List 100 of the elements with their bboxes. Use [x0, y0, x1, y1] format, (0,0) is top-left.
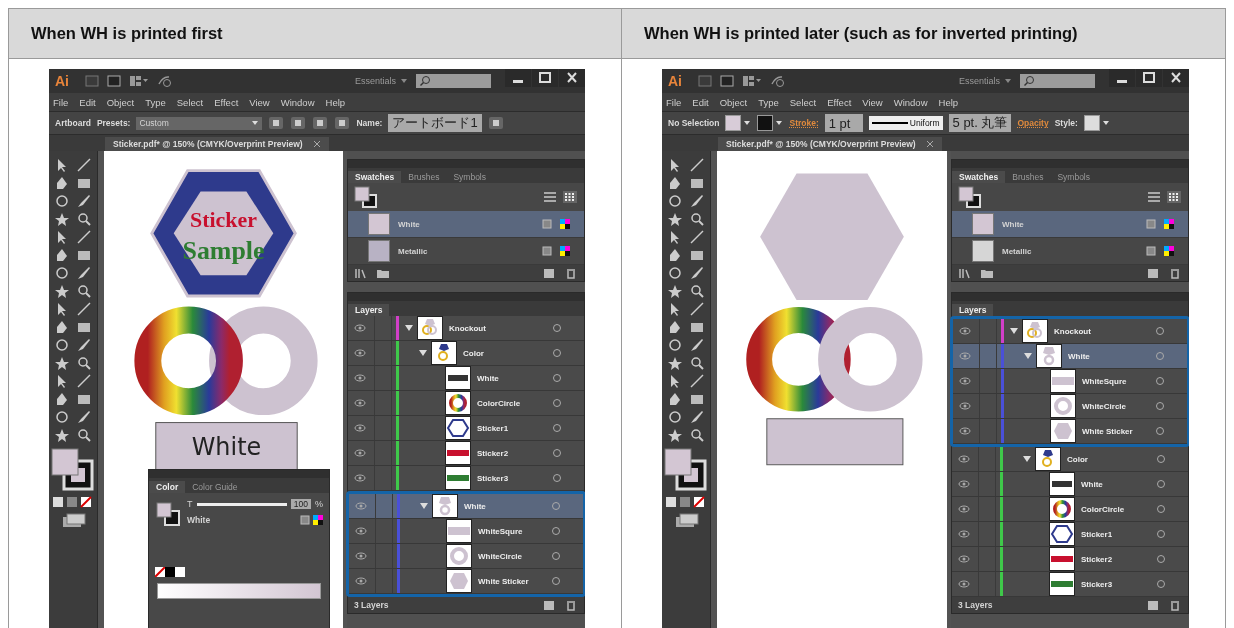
maximize-button[interactable] — [1136, 69, 1162, 87]
target-icon[interactable] — [1156, 579, 1166, 589]
circle-icon[interactable] — [666, 337, 684, 353]
layer-row[interactable]: Sticker2 — [348, 441, 584, 466]
circle-icon[interactable] — [666, 193, 684, 209]
tint-slider[interactable] — [196, 502, 287, 506]
expanded-triangle-icon[interactable] — [1023, 455, 1031, 463]
color-spectrum-bar[interactable] — [157, 583, 321, 599]
layer-row[interactable]: Color — [348, 341, 584, 366]
menu-item[interactable]: View — [249, 96, 270, 108]
color-swatch-dropdown[interactable] — [757, 115, 784, 131]
line-icon[interactable] — [75, 301, 93, 317]
target-icon[interactable] — [1155, 426, 1165, 436]
swatch-presets-icon[interactable] — [155, 567, 185, 577]
brush-icon[interactable] — [75, 409, 93, 425]
layer-row[interactable]: WhiteSqure — [953, 369, 1187, 394]
brush-icon[interactable] — [75, 193, 93, 209]
box-icon[interactable] — [720, 75, 734, 87]
magnifier-icon[interactable] — [688, 427, 706, 443]
circle-icon[interactable] — [666, 409, 684, 425]
magnifier-icon[interactable] — [688, 355, 706, 371]
new-item-icon[interactable] — [1146, 267, 1160, 279]
line-icon[interactable] — [75, 229, 93, 245]
eye-icon[interactable] — [958, 505, 970, 513]
target-icon[interactable] — [552, 448, 562, 458]
eye-icon[interactable] — [354, 449, 366, 457]
color-swatch-dropdown[interactable] — [725, 115, 752, 131]
brush-icon[interactable] — [688, 409, 706, 425]
new-item-icon[interactable] — [1146, 599, 1160, 611]
star-icon[interactable] — [666, 283, 684, 299]
target-icon[interactable] — [1156, 479, 1166, 489]
panel-grip-bar[interactable] — [149, 470, 329, 478]
menu-item[interactable]: Effect — [214, 96, 239, 108]
library-icon[interactable] — [354, 267, 368, 279]
eye-icon[interactable] — [354, 349, 366, 357]
layer-row[interactable]: Sticker2 — [952, 547, 1188, 572]
close-button[interactable] — [559, 69, 585, 87]
panel-tab[interactable]: Symbols — [1050, 171, 1097, 183]
layout-icon[interactable] — [742, 75, 762, 87]
panel-tab[interactable]: Color Guide — [185, 481, 245, 493]
magnifier-icon[interactable] — [75, 355, 93, 371]
target-icon[interactable] — [551, 576, 561, 586]
color-swatch-dropdown[interactable] — [1083, 115, 1110, 131]
expanded-triangle-icon[interactable] — [1010, 327, 1018, 335]
menu-item[interactable]: Select — [176, 96, 204, 108]
target-icon[interactable] — [1155, 376, 1165, 386]
expanded-triangle-icon[interactable] — [420, 502, 428, 510]
swirl-icon[interactable] — [770, 74, 786, 88]
menu-item[interactable]: Type — [758, 96, 779, 108]
panel-tab[interactable]: Color — [149, 481, 186, 493]
close-icon[interactable] — [312, 140, 321, 148]
line-icon[interactable] — [688, 301, 706, 317]
new-item-icon[interactable] — [542, 599, 556, 611]
layer-row[interactable]: Sticker3 — [348, 466, 584, 491]
eye-icon[interactable] — [959, 427, 971, 435]
menu-item[interactable]: Help — [325, 96, 346, 108]
layout-icon[interactable] — [129, 75, 149, 87]
grid-view-icon[interactable] — [562, 190, 578, 204]
magnifier-icon[interactable] — [75, 427, 93, 443]
menu-item[interactable]: Help — [938, 96, 959, 108]
brush-icon[interactable] — [688, 193, 706, 209]
trash-icon[interactable] — [1168, 599, 1182, 611]
fill-stroke-icon[interactable] — [354, 186, 378, 208]
menu-item[interactable]: File — [666, 96, 682, 108]
target-icon[interactable] — [1155, 326, 1165, 336]
trash-icon[interactable] — [564, 267, 578, 279]
list-view-icon[interactable] — [1146, 190, 1162, 204]
eye-icon[interactable] — [958, 455, 970, 463]
eye-icon[interactable] — [354, 324, 366, 332]
eye-icon[interactable] — [958, 555, 970, 563]
target-icon[interactable] — [1156, 454, 1166, 464]
star-icon[interactable] — [666, 355, 684, 371]
toolbar-icon[interactable] — [487, 116, 504, 130]
menu-item[interactable]: Select — [789, 96, 817, 108]
search-field[interactable] — [416, 74, 491, 88]
layer-row[interactable]: White Sticker — [349, 569, 583, 594]
eye-icon[interactable] — [355, 552, 367, 560]
star-icon[interactable] — [53, 427, 71, 443]
circle-icon[interactable] — [53, 265, 71, 281]
menu-item[interactable]: Effect — [827, 96, 852, 108]
panel-grip-bar[interactable] — [952, 160, 1188, 168]
stroke-profile-dropdown[interactable]: Uniform — [868, 116, 943, 130]
target-icon[interactable] — [551, 551, 561, 561]
target-icon[interactable] — [552, 423, 562, 433]
input-field[interactable]: 1 pt — [824, 114, 863, 132]
line-icon[interactable] — [688, 373, 706, 389]
eye-icon[interactable] — [354, 399, 366, 407]
panel-tab[interactable]: Swatches — [952, 171, 1006, 183]
toolbar-icon[interactable] — [268, 116, 285, 130]
menu-item[interactable]: Window — [280, 96, 315, 108]
layer-row[interactable]: White — [953, 344, 1187, 369]
workspace-switcher[interactable]: Essentials — [354, 76, 408, 86]
eye-icon[interactable] — [958, 580, 970, 588]
eye-icon[interactable] — [958, 530, 970, 538]
star-icon[interactable] — [53, 211, 71, 227]
folder-icon[interactable] — [980, 267, 994, 279]
target-icon[interactable] — [1156, 504, 1166, 514]
expanded-triangle-icon[interactable] — [419, 349, 427, 357]
eye-icon[interactable] — [355, 577, 367, 585]
layer-row[interactable]: White — [348, 366, 584, 391]
